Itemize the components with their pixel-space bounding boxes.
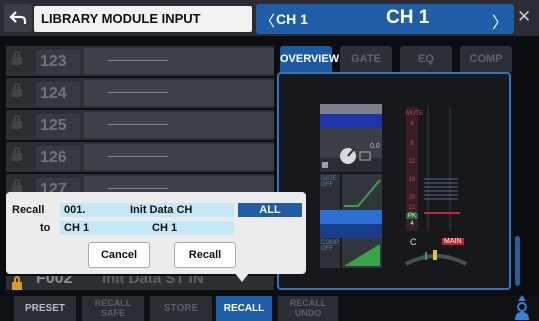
main-assign-label: MAIN xyxy=(442,238,464,245)
channel-meter: MUTE 4 8 12 16 20 22 PK 4 xyxy=(406,107,423,231)
module-tabs: OVERVIEW GATE EQ COMP xyxy=(280,46,512,72)
scrollbar[interactable] xyxy=(515,236,520,286)
prev-channel-button[interactable]: 〈 xyxy=(260,10,275,31)
library-number: 126 xyxy=(36,146,80,170)
preset-button[interactable]: PRESET xyxy=(14,296,76,321)
dialog-pointer xyxy=(234,272,250,282)
library-number: 125 xyxy=(36,114,80,138)
channel-label-large: CH 1 xyxy=(386,7,430,28)
meter-label: 4 xyxy=(410,221,414,227)
recall-undo-button[interactable]: RECALL UNDO xyxy=(278,296,338,321)
tab-comp[interactable]: COMP xyxy=(460,46,512,72)
library-number: 123 xyxy=(36,50,80,74)
back-arrow-icon xyxy=(9,11,27,24)
user-icon[interactable] xyxy=(512,294,532,321)
store-button[interactable]: STORE xyxy=(150,296,212,321)
cancel-button[interactable]: Cancel xyxy=(88,242,150,268)
back-button[interactable] xyxy=(4,4,32,32)
meter-label: 22 xyxy=(408,205,416,211)
lock-icon xyxy=(12,51,22,66)
bottom-toolbar: PRESET RECALL SAFE STORE RECALL RECALL U… xyxy=(0,296,539,321)
screen-title: LIBRARY MODULE INPUT xyxy=(34,6,252,32)
lock-icon xyxy=(12,276,22,290)
list-item[interactable]: 123 xyxy=(6,46,274,76)
meter-label: MUTE xyxy=(406,111,423,117)
overview-panel xyxy=(277,72,511,290)
recall-confirm-button[interactable]: Recall xyxy=(174,242,236,268)
recall-target-field: CH 1 CH 1 xyxy=(60,221,234,235)
recall-source-field: 001. Init Data CH xyxy=(60,203,234,217)
meter-label: 16 xyxy=(408,177,416,183)
meter-label: PK xyxy=(406,213,418,219)
pan-indicator xyxy=(405,250,467,266)
all-selector[interactable]: ALL xyxy=(238,203,302,217)
lock-icon xyxy=(12,83,22,98)
library-name xyxy=(84,48,274,74)
close-icon[interactable]: ✕ xyxy=(517,7,531,27)
list-item[interactable]: 126 xyxy=(6,142,274,172)
recall-button[interactable]: RECALL xyxy=(216,296,272,321)
list-item[interactable]: 125 xyxy=(6,110,274,140)
library-name xyxy=(84,112,274,138)
level-meter-scale xyxy=(424,107,460,231)
meter-label: 8 xyxy=(410,141,414,147)
recall-label: Recall xyxy=(12,204,45,216)
channel-label-small: CH 1 xyxy=(276,11,308,27)
recall-name: Init Data CH xyxy=(130,204,193,216)
library-name xyxy=(84,80,274,106)
to-label: to xyxy=(40,222,51,234)
tab-eq[interactable]: EQ xyxy=(400,46,452,72)
meter-label: 4 xyxy=(410,121,414,127)
gain-value: 0.0 xyxy=(370,143,380,150)
next-channel-button[interactable]: 〉 xyxy=(492,9,508,33)
target-name: CH 1 xyxy=(152,222,178,234)
comp-status: COMP OFF xyxy=(321,240,339,252)
meter-label: 20 xyxy=(408,195,416,201)
library-number: F002 xyxy=(36,276,73,287)
meter-label: 12 xyxy=(408,159,416,165)
lock-icon xyxy=(12,115,22,130)
library-number: 124 xyxy=(36,82,80,106)
target-channel: CH 1 xyxy=(64,222,90,234)
gate-status: GATE OFF xyxy=(321,176,337,188)
library-name xyxy=(84,144,274,170)
recall-number: 001. xyxy=(64,204,86,216)
recall-safe-button[interactable]: RECALL SAFE xyxy=(82,296,144,321)
tab-gate[interactable]: GATE xyxy=(340,46,392,72)
channel-selector: 〈 CH 1 CH 1 〉 xyxy=(256,4,514,34)
library-name: Init Data ST IN xyxy=(102,276,204,287)
list-item[interactable]: 124 xyxy=(6,78,274,108)
header-bar: LIBRARY MODULE INPUT 〈 CH 1 CH 1 〉 ✕ xyxy=(0,0,539,36)
tab-overview[interactable]: OVERVIEW xyxy=(280,46,339,72)
lock-icon xyxy=(12,147,22,162)
